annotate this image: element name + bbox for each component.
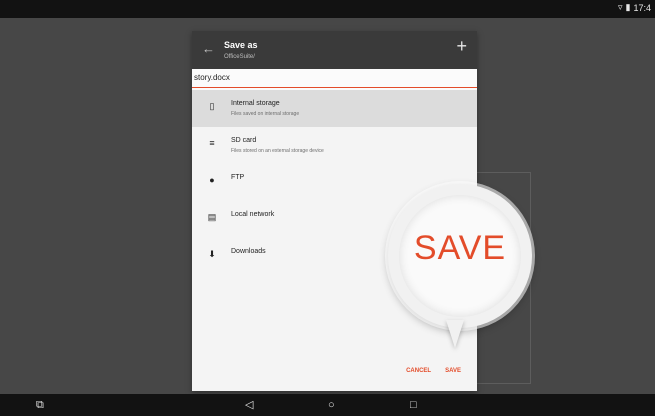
add-folder-button[interactable]: + xyxy=(456,37,467,55)
location-description: Files saved on internal storage xyxy=(231,111,300,117)
filename-input[interactable] xyxy=(194,73,464,82)
location-description: Files stored on an external storage devi… xyxy=(231,148,324,154)
location-label: SD card xyxy=(231,137,257,144)
dialog-header: ← Save as OfficeSuite/ + xyxy=(192,31,477,69)
callout-pointer xyxy=(446,320,464,348)
navigation-bar: ⧉ ◁ ○ □ xyxy=(0,394,655,416)
filename-row xyxy=(192,69,477,90)
phone-icon: ▯ xyxy=(209,101,215,111)
wifi-icon: ▿ xyxy=(617,2,623,12)
battery-icon: ▮ xyxy=(625,2,631,12)
location-label: Internal storage xyxy=(231,100,280,107)
home-icon[interactable]: ○ xyxy=(328,399,335,411)
filename-underline xyxy=(192,87,477,88)
save-button[interactable]: SAVE xyxy=(445,368,461,374)
dialog-title: Save as xyxy=(224,40,258,50)
location-internal-storage[interactable]: ▯ Internal storage Files saved on intern… xyxy=(192,90,477,127)
globe-icon: ● xyxy=(209,175,215,185)
screenshot-icon[interactable]: ⧉ xyxy=(36,399,44,411)
location-label: Downloads xyxy=(231,248,266,255)
location-label: FTP xyxy=(231,174,245,181)
recents-icon[interactable]: □ xyxy=(410,399,417,411)
back-arrow-icon[interactable]: ← xyxy=(202,41,215,56)
location-label: Local network xyxy=(231,211,275,218)
download-icon: ⬇ xyxy=(208,249,216,259)
callout-text: SAVE xyxy=(413,229,507,267)
dialog-actions: CANCEL SAVE xyxy=(406,368,461,374)
save-callout-bubble: SAVE xyxy=(388,184,532,328)
cancel-button[interactable]: CANCEL xyxy=(406,368,431,374)
back-icon[interactable]: ◁ xyxy=(245,399,253,411)
status-bar: ▿ ▮ 17:4 xyxy=(0,0,655,18)
location-sd-card[interactable]: ≡ SD card Files stored on an external st… xyxy=(192,127,477,164)
server-icon: ▤ xyxy=(207,212,217,222)
status-time: 17:4 xyxy=(633,2,651,13)
sd-card-icon: ≡ xyxy=(209,138,215,148)
status-right: ▿ ▮ 17:4 xyxy=(618,2,651,13)
dialog-path: OfficeSuite/ xyxy=(224,54,255,60)
